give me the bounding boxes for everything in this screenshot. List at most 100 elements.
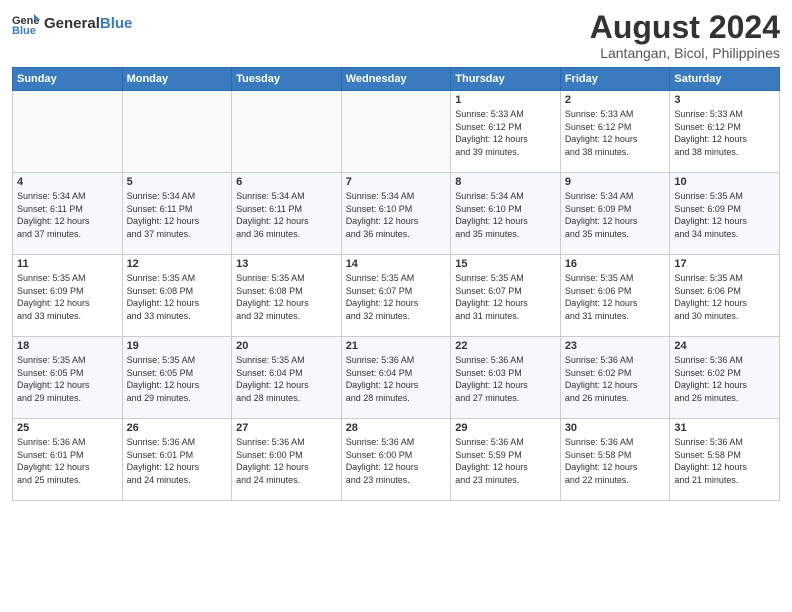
logo-text: GeneralBlue: [44, 15, 132, 33]
day-number: 26: [127, 422, 228, 434]
day-number: 14: [346, 258, 447, 270]
day-info: Sunrise: 5:35 AM Sunset: 6:05 PM Dayligh…: [127, 354, 228, 404]
day-info: Sunrise: 5:36 AM Sunset: 6:03 PM Dayligh…: [455, 354, 556, 404]
calendar-cell: 11 Sunrise: 5:35 AM Sunset: 6:09 PM Dayli…: [13, 255, 123, 337]
day-info: Sunrise: 5:36 AM Sunset: 5:58 PM Dayligh…: [565, 436, 666, 486]
calendar-cell: 17 Sunrise: 5:35 AM Sunset: 6:06 PM Dayli…: [670, 255, 780, 337]
calendar-cell: [13, 91, 123, 173]
day-number: 23: [565, 340, 666, 352]
day-info: Sunrise: 5:33 AM Sunset: 6:12 PM Dayligh…: [455, 108, 556, 158]
calendar-cell: 2Sunrise: 5:33 AM Sunset: 6:12 PM Daylig…: [560, 91, 670, 173]
day-number: 22: [455, 340, 556, 352]
day-number: 5: [127, 176, 228, 188]
day-info: Sunrise: 5:36 AM Sunset: 6:02 PM Dayligh…: [674, 354, 775, 404]
calendar-cell: 26 Sunrise: 5:36 AM Sunset: 6:01 PM Dayli…: [122, 419, 232, 501]
day-info: Sunrise: 5:36 AM Sunset: 6:02 PM Dayligh…: [565, 354, 666, 404]
day-info: Sunrise: 5:35 AM Sunset: 6:07 PM Dayligh…: [346, 272, 447, 322]
calendar-header-row: Sunday Monday Tuesday Wednesday Thursday…: [13, 68, 780, 91]
calendar-cell: [122, 91, 232, 173]
calendar-cell: 14 Sunrise: 5:35 AM Sunset: 6:07 PM Dayli…: [341, 255, 451, 337]
day-number: 10: [674, 176, 775, 188]
calendar-cell: 21Sunrise: 5:36 AM Sunset: 6:04 PM Dayli…: [341, 337, 451, 419]
calendar-cell: 7Sunrise: 5:34 AM Sunset: 6:10 PM Daylig…: [341, 173, 451, 255]
day-info: Sunrise: 5:34 AM Sunset: 6:11 PM Dayligh…: [236, 190, 337, 240]
calendar-cell: 25 Sunrise: 5:36 AM Sunset: 6:01 PM Dayli…: [13, 419, 123, 501]
day-info: Sunrise: 5:35 AM Sunset: 6:04 PM Dayligh…: [236, 354, 337, 404]
page-subtitle: Lantangan, Bicol, Philippines: [590, 45, 780, 61]
calendar-cell: 30 Sunrise: 5:36 AM Sunset: 5:58 PM Dayli…: [560, 419, 670, 501]
calendar-cell: 29Sunrise: 5:36 AM Sunset: 5:59 PM Dayli…: [451, 419, 561, 501]
logo-blue: Blue: [100, 15, 133, 32]
calendar-cell: 18 Sunrise: 5:35 AM Sunset: 6:05 PM Dayli…: [13, 337, 123, 419]
day-number: 13: [236, 258, 337, 270]
day-number: 8: [455, 176, 556, 188]
title-block: August 2024 Lantangan, Bicol, Philippine…: [590, 10, 780, 61]
calendar-week-row: 4 Sunrise: 5:34 AM Sunset: 6:11 PM Daylig…: [13, 173, 780, 255]
day-number: 29: [455, 422, 556, 434]
day-info: Sunrise: 5:35 AM Sunset: 6:06 PM Dayligh…: [674, 272, 775, 322]
calendar-week-row: 25 Sunrise: 5:36 AM Sunset: 6:01 PM Dayli…: [13, 419, 780, 501]
day-info: Sunrise: 5:36 AM Sunset: 5:58 PM Dayligh…: [674, 436, 775, 486]
day-info: Sunrise: 5:35 AM Sunset: 6:07 PM Dayligh…: [455, 272, 556, 322]
calendar-cell: 4 Sunrise: 5:34 AM Sunset: 6:11 PM Daylig…: [13, 173, 123, 255]
calendar-week-row: 18 Sunrise: 5:35 AM Sunset: 6:05 PM Dayli…: [13, 337, 780, 419]
day-number: 28: [346, 422, 447, 434]
day-info: Sunrise: 5:35 AM Sunset: 6:05 PM Dayligh…: [17, 354, 118, 404]
day-number: 25: [17, 422, 118, 434]
calendar-cell: 1 Sunrise: 5:33 AM Sunset: 6:12 PM Daylig…: [451, 91, 561, 173]
col-sunday: Sunday: [13, 68, 123, 91]
calendar-cell: 28 Sunrise: 5:36 AM Sunset: 6:00 PM Dayli…: [341, 419, 451, 501]
day-number: 16: [565, 258, 666, 270]
day-info: Sunrise: 5:33 AM Sunset: 6:12 PM Dayligh…: [674, 108, 775, 158]
calendar-cell: 20Sunrise: 5:35 AM Sunset: 6:04 PM Dayli…: [232, 337, 342, 419]
day-info: Sunrise: 5:34 AM Sunset: 6:11 PM Dayligh…: [127, 190, 228, 240]
day-info: Sunrise: 5:33 AM Sunset: 6:12 PM Dayligh…: [565, 108, 666, 158]
day-info: Sunrise: 5:35 AM Sunset: 6:06 PM Dayligh…: [565, 272, 666, 322]
calendar-week-row: 11 Sunrise: 5:35 AM Sunset: 6:09 PM Dayli…: [13, 255, 780, 337]
logo-icon: General Blue: [12, 10, 40, 38]
day-number: 21: [346, 340, 447, 352]
col-thursday: Thursday: [451, 68, 561, 91]
day-info: Sunrise: 5:35 AM Sunset: 6:09 PM Dayligh…: [17, 272, 118, 322]
calendar-cell: 19 Sunrise: 5:35 AM Sunset: 6:05 PM Dayli…: [122, 337, 232, 419]
calendar-table: Sunday Monday Tuesday Wednesday Thursday…: [12, 67, 780, 501]
day-info: Sunrise: 5:35 AM Sunset: 6:09 PM Dayligh…: [674, 190, 775, 240]
svg-text:Blue: Blue: [12, 25, 36, 37]
day-number: 11: [17, 258, 118, 270]
day-info: Sunrise: 5:36 AM Sunset: 6:00 PM Dayligh…: [236, 436, 337, 486]
logo: General Blue GeneralBlue: [12, 10, 132, 38]
day-number: 9: [565, 176, 666, 188]
calendar-cell: 31Sunrise: 5:36 AM Sunset: 5:58 PM Dayli…: [670, 419, 780, 501]
page-container: General Blue GeneralBlue August 2024 Lan…: [0, 0, 792, 509]
calendar-cell: 9Sunrise: 5:34 AM Sunset: 6:09 PM Daylig…: [560, 173, 670, 255]
day-info: Sunrise: 5:36 AM Sunset: 6:01 PM Dayligh…: [17, 436, 118, 486]
day-number: 17: [674, 258, 775, 270]
day-info: Sunrise: 5:36 AM Sunset: 6:00 PM Dayligh…: [346, 436, 447, 486]
day-info: Sunrise: 5:35 AM Sunset: 6:08 PM Dayligh…: [236, 272, 337, 322]
day-info: Sunrise: 5:36 AM Sunset: 6:01 PM Dayligh…: [127, 436, 228, 486]
day-number: 30: [565, 422, 666, 434]
header: General Blue GeneralBlue August 2024 Lan…: [12, 10, 780, 61]
calendar-cell: 8Sunrise: 5:34 AM Sunset: 6:10 PM Daylig…: [451, 173, 561, 255]
day-info: Sunrise: 5:34 AM Sunset: 6:10 PM Dayligh…: [346, 190, 447, 240]
day-number: 19: [127, 340, 228, 352]
calendar-cell: [341, 91, 451, 173]
day-number: 24: [674, 340, 775, 352]
calendar-cell: 27Sunrise: 5:36 AM Sunset: 6:00 PM Dayli…: [232, 419, 342, 501]
calendar-week-row: 1 Sunrise: 5:33 AM Sunset: 6:12 PM Daylig…: [13, 91, 780, 173]
col-saturday: Saturday: [670, 68, 780, 91]
day-number: 1: [455, 94, 556, 106]
day-number: 18: [17, 340, 118, 352]
day-number: 12: [127, 258, 228, 270]
calendar-cell: 13 Sunrise: 5:35 AM Sunset: 6:08 PM Dayli…: [232, 255, 342, 337]
logo-general: General: [44, 15, 100, 32]
calendar-cell: 3 Sunrise: 5:33 AM Sunset: 6:12 PM Daylig…: [670, 91, 780, 173]
day-info: Sunrise: 5:34 AM Sunset: 6:11 PM Dayligh…: [17, 190, 118, 240]
day-number: 4: [17, 176, 118, 188]
calendar-cell: 15Sunrise: 5:35 AM Sunset: 6:07 PM Dayli…: [451, 255, 561, 337]
calendar-cell: 5 Sunrise: 5:34 AM Sunset: 6:11 PM Daylig…: [122, 173, 232, 255]
calendar-cell: 23 Sunrise: 5:36 AM Sunset: 6:02 PM Dayli…: [560, 337, 670, 419]
calendar-cell: 12Sunrise: 5:35 AM Sunset: 6:08 PM Dayli…: [122, 255, 232, 337]
day-number: 3: [674, 94, 775, 106]
calendar-cell: 16 Sunrise: 5:35 AM Sunset: 6:06 PM Dayli…: [560, 255, 670, 337]
